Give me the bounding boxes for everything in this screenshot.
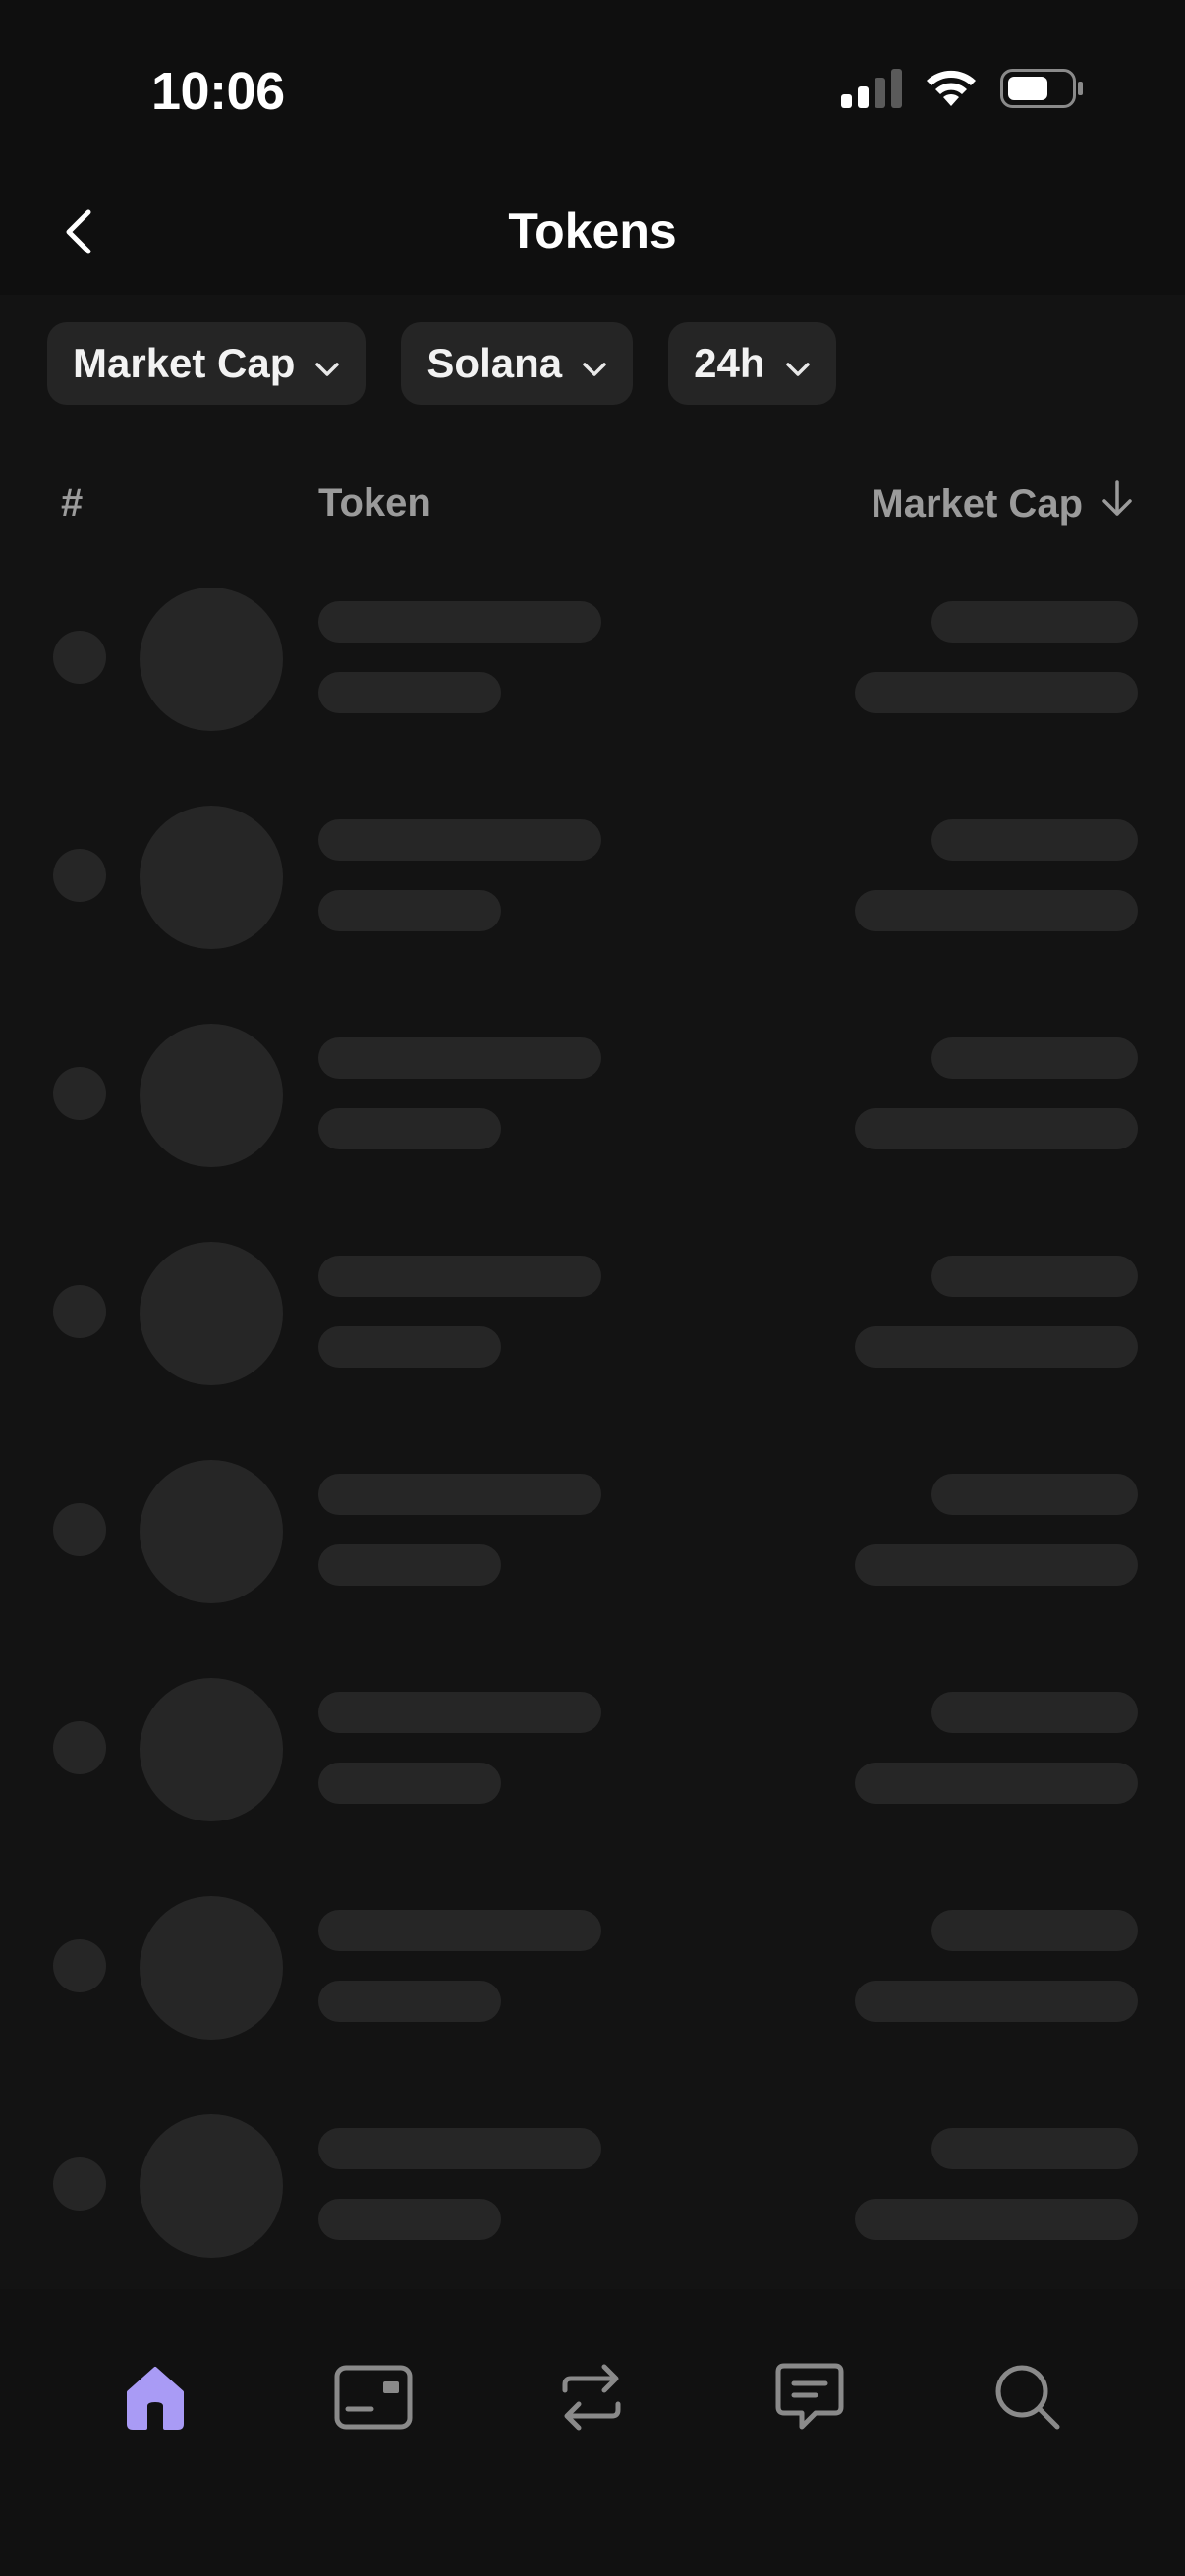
token-row-skeleton — [0, 1018, 1185, 1236]
page-title: Tokens — [508, 203, 677, 258]
skeleton-token-symbol — [318, 1981, 501, 2022]
skeleton-avatar — [140, 588, 283, 731]
skeleton-token-name — [318, 1474, 601, 1515]
skeleton-token-name — [318, 1256, 601, 1297]
rank-column-header: # — [61, 481, 84, 525]
chain-filter-dropdown[interactable]: Solana — [401, 322, 634, 405]
skeleton-rank — [53, 2157, 106, 2211]
skeleton-market-cap — [855, 672, 1138, 713]
skeleton-token-symbol — [318, 1326, 501, 1368]
skeleton-rank — [53, 849, 106, 902]
skeleton-price — [931, 1474, 1138, 1515]
skeleton-token-symbol — [318, 1544, 501, 1586]
tab-bar — [0, 2289, 1185, 2576]
tab-swap[interactable] — [542, 2350, 641, 2448]
skeleton-market-cap — [855, 1544, 1138, 1586]
tab-search[interactable] — [979, 2350, 1077, 2448]
token-row-skeleton — [0, 1672, 1185, 1890]
skeleton-price — [931, 1692, 1138, 1733]
filter-label: Solana — [426, 340, 563, 386]
chevron-down-icon — [314, 340, 340, 387]
skeleton-price — [931, 1256, 1138, 1297]
swap-arrows-icon — [559, 2363, 624, 2436]
skeleton-token-symbol — [318, 890, 501, 931]
navigation-bar: Tokens — [0, 177, 1185, 295]
table-header: # Token Market Cap — [0, 472, 1185, 540]
skeleton-token-name — [318, 1692, 601, 1733]
market-cap-sort-header[interactable]: Market Cap — [871, 479, 1134, 529]
skeleton-price — [931, 1037, 1138, 1079]
skeleton-avatar — [140, 1896, 283, 2040]
tab-messages[interactable] — [761, 2350, 859, 2448]
skeleton-market-cap — [855, 1108, 1138, 1149]
cellular-signal-icon — [841, 69, 902, 113]
chat-icon — [774, 2362, 845, 2437]
skeleton-rank — [53, 1285, 106, 1338]
filter-bar: Market Cap Solana 24h — [47, 322, 836, 405]
skeleton-avatar — [140, 1460, 283, 1603]
skeleton-price — [931, 601, 1138, 643]
search-icon — [992, 2362, 1063, 2437]
token-list — [0, 582, 1185, 2326]
skeleton-rank — [53, 1939, 106, 1992]
timeframe-filter-dropdown[interactable]: 24h — [668, 322, 836, 405]
skeleton-avatar — [140, 1678, 283, 1821]
chevron-down-icon — [582, 340, 607, 387]
skeleton-rank — [53, 631, 106, 684]
skeleton-market-cap — [855, 2199, 1138, 2240]
skeleton-token-symbol — [318, 2199, 501, 2240]
status-icons — [841, 69, 1083, 113]
token-row-skeleton — [0, 800, 1185, 1018]
chevron-down-icon — [785, 340, 811, 387]
skeleton-price — [931, 1910, 1138, 1951]
skeleton-token-name — [318, 2128, 601, 2169]
skeleton-token-name — [318, 601, 601, 643]
wifi-icon — [924, 69, 979, 113]
skeleton-market-cap — [855, 1981, 1138, 2022]
skeleton-avatar — [140, 806, 283, 949]
token-column-header: Token — [318, 481, 431, 525]
arrow-down-icon — [1100, 479, 1134, 529]
skeleton-rank — [53, 1721, 106, 1774]
skeleton-rank — [53, 1503, 106, 1556]
skeleton-avatar — [140, 1024, 283, 1167]
skeleton-market-cap — [855, 1763, 1138, 1804]
filter-label: Market Cap — [73, 340, 296, 386]
skeleton-token-name — [318, 1037, 601, 1079]
skeleton-price — [931, 819, 1138, 861]
tab-cards[interactable] — [324, 2350, 423, 2448]
skeleton-token-symbol — [318, 1108, 501, 1149]
skeleton-market-cap — [855, 1326, 1138, 1368]
skeleton-price — [931, 2128, 1138, 2169]
skeleton-token-symbol — [318, 1763, 501, 1804]
token-row-skeleton — [0, 1890, 1185, 2108]
skeleton-token-name — [318, 1910, 601, 1951]
tab-home[interactable] — [106, 2350, 204, 2448]
skeleton-avatar — [140, 2114, 283, 2258]
status-time: 10:06 — [151, 62, 285, 121]
skeleton-rank — [53, 1067, 106, 1120]
token-row-skeleton — [0, 582, 1185, 800]
skeleton-market-cap — [855, 890, 1138, 931]
token-row-skeleton — [0, 1236, 1185, 1454]
battery-icon — [1000, 69, 1083, 113]
sort-filter-dropdown[interactable]: Market Cap — [47, 322, 367, 405]
market-cap-column-header: Market Cap — [871, 481, 1083, 526]
skeleton-token-symbol — [318, 672, 501, 713]
status-bar: 10:06 — [0, 0, 1185, 177]
home-icon — [121, 2363, 190, 2436]
skeleton-token-name — [318, 819, 601, 861]
token-row-skeleton — [0, 1454, 1185, 1672]
card-icon — [334, 2365, 413, 2435]
skeleton-avatar — [140, 1242, 283, 1385]
filter-label: 24h — [694, 340, 765, 386]
